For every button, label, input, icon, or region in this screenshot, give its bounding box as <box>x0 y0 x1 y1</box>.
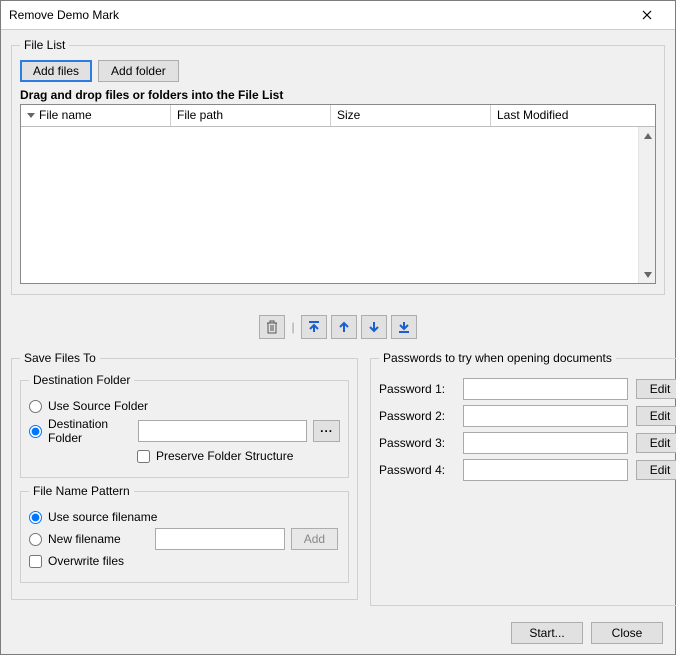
scroll-down-icon[interactable] <box>639 266 656 283</box>
new-filename-field[interactable] <box>155 528 285 550</box>
move-up-icon <box>338 321 350 333</box>
drag-drop-hint: Drag and drop files or folders into the … <box>20 88 656 102</box>
file-name-pattern-legend: File Name Pattern <box>29 484 134 498</box>
close-button[interactable]: Close <box>591 622 663 644</box>
password-4-label: Password 4: <box>379 463 455 477</box>
password-row-4: Password 4: Edit <box>379 459 676 481</box>
delete-button[interactable] <box>259 315 285 339</box>
destination-folder-fieldset: Destination Folder Use Source Folder Des… <box>20 373 349 478</box>
use-source-filename-label: Use source filename <box>48 510 157 524</box>
scrollbar[interactable] <box>638 127 655 283</box>
col-size[interactable]: Size <box>331 105 491 126</box>
password-4-edit-button[interactable]: Edit <box>636 460 676 480</box>
close-icon <box>642 10 652 20</box>
destination-folder-legend: Destination Folder <box>29 373 134 387</box>
footer: Start... Close <box>1 614 675 654</box>
add-filename-button[interactable]: Add <box>291 528 338 550</box>
overwrite-files-input[interactable] <box>29 555 42 568</box>
password-2-field[interactable] <box>463 405 628 427</box>
destination-folder-label: Destination Folder <box>48 417 132 445</box>
new-filename-label: New filename <box>48 532 121 546</box>
preserve-structure-label: Preserve Folder Structure <box>156 449 293 463</box>
file-table-body[interactable] <box>21 127 655 283</box>
use-source-folder-input[interactable] <box>29 400 42 413</box>
move-bottom-icon <box>398 321 410 333</box>
save-files-to-legend: Save Files To <box>20 351 100 365</box>
password-1-field[interactable] <box>463 378 628 400</box>
window-close-button[interactable] <box>627 1 667 29</box>
start-button[interactable]: Start... <box>511 622 583 644</box>
new-filename-input[interactable] <box>29 533 42 546</box>
window: Remove Demo Mark File List Add files Add… <box>0 0 676 655</box>
password-row-2: Password 2: Edit <box>379 405 676 427</box>
window-title: Remove Demo Mark <box>9 8 627 22</box>
use-source-folder-label: Use Source Folder <box>48 399 148 413</box>
password-row-1: Password 1: Edit <box>379 378 676 400</box>
use-source-filename-input[interactable] <box>29 511 42 524</box>
col-last-modified[interactable]: Last Modified <box>491 105 655 126</box>
save-files-to-fieldset: Save Files To Destination Folder Use Sou… <box>11 351 358 600</box>
col-file-path[interactable]: File path <box>171 105 331 126</box>
password-3-label: Password 3: <box>379 436 455 450</box>
list-actions-toolbar: | <box>11 315 665 339</box>
passwords-panel: Passwords to try when opening documents … <box>370 351 676 606</box>
move-down-button[interactable] <box>361 315 387 339</box>
move-bottom-button[interactable] <box>391 315 417 339</box>
move-down-icon <box>368 321 380 333</box>
new-filename-radio[interactable]: New filename <box>29 532 121 546</box>
destination-folder-radio[interactable]: Destination Folder <box>29 417 132 445</box>
overwrite-files-label: Overwrite files <box>48 554 124 568</box>
destination-folder-field[interactable] <box>138 420 307 442</box>
password-3-edit-button[interactable]: Edit <box>636 433 676 453</box>
passwords-fieldset: Passwords to try when opening documents … <box>370 351 676 606</box>
content: File List Add files Add folder Drag and … <box>1 30 675 614</box>
trash-icon <box>266 320 278 334</box>
file-list-button-row: Add files Add folder <box>20 60 656 82</box>
file-list-fieldset: File List Add files Add folder Drag and … <box>11 38 665 295</box>
file-table-header: File name File path Size Last Modified <box>21 105 655 127</box>
scroll-up-icon[interactable] <box>639 127 656 144</box>
use-source-folder-radio[interactable]: Use Source Folder <box>29 399 148 413</box>
password-4-field[interactable] <box>463 459 628 481</box>
add-folder-button[interactable]: Add folder <box>98 60 179 82</box>
lower-panels: Save Files To Destination Folder Use Sou… <box>11 351 665 606</box>
password-2-label: Password 2: <box>379 409 455 423</box>
password-1-label: Password 1: <box>379 382 455 396</box>
preserve-structure-input[interactable] <box>137 450 150 463</box>
password-3-field[interactable] <box>463 432 628 454</box>
preserve-structure-check[interactable]: Preserve Folder Structure <box>137 449 293 463</box>
titlebar: Remove Demo Mark <box>1 1 675 30</box>
move-up-button[interactable] <box>331 315 357 339</box>
col-file-name[interactable]: File name <box>21 105 171 126</box>
password-1-edit-button[interactable]: Edit <box>636 379 676 399</box>
file-list-legend: File List <box>20 38 69 52</box>
save-panel: Save Files To Destination Folder Use Sou… <box>11 351 358 606</box>
password-row-3: Password 3: Edit <box>379 432 676 454</box>
separator: | <box>289 320 296 334</box>
add-files-button[interactable]: Add files <box>20 60 92 82</box>
browse-button[interactable]: ... <box>313 420 340 442</box>
password-2-edit-button[interactable]: Edit <box>636 406 676 426</box>
overwrite-files-check[interactable]: Overwrite files <box>29 554 124 568</box>
file-table: File name File path Size Last Modified <box>20 104 656 284</box>
use-source-filename-radio[interactable]: Use source filename <box>29 510 157 524</box>
file-name-pattern-fieldset: File Name Pattern Use source filename Ne… <box>20 484 349 583</box>
destination-folder-input[interactable] <box>29 425 42 438</box>
move-top-icon <box>308 321 320 333</box>
move-top-button[interactable] <box>301 315 327 339</box>
passwords-legend: Passwords to try when opening documents <box>379 351 616 365</box>
